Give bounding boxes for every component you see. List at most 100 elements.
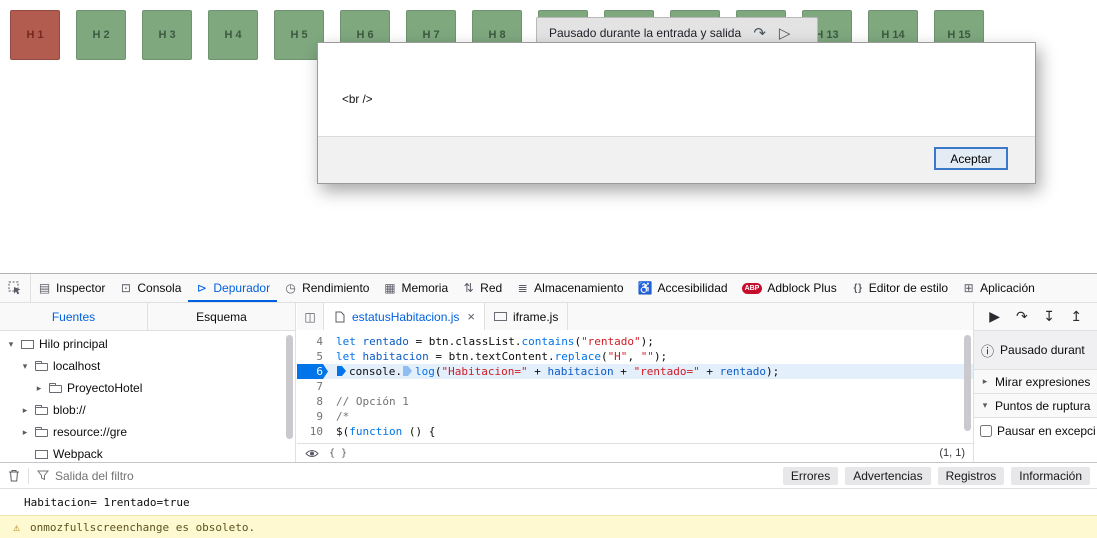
line-number[interactable]: 5 xyxy=(297,349,328,364)
code-token: let xyxy=(336,335,356,348)
resume-icon[interactable]: ▶ xyxy=(988,308,1001,325)
code-text: console. log("Habitacion=" + habitacion +… xyxy=(336,364,779,379)
code-token: "" xyxy=(640,350,654,363)
code-line[interactable]: 9 /* xyxy=(297,409,973,424)
paused-notice: ⓘ Pausado durant xyxy=(974,331,1097,370)
code-token: habitacion xyxy=(547,365,614,378)
room-button[interactable]: H 4 xyxy=(208,10,258,60)
line-number[interactable]: 9 xyxy=(297,409,328,424)
code-token: , xyxy=(627,350,641,363)
code-editor[interactable]: 4 let rentado = btn.classList.contains("r… xyxy=(297,330,973,443)
folder-icon xyxy=(49,383,62,393)
tree-item-label: Hilo principal xyxy=(39,337,108,351)
sources-scrollbar[interactable] xyxy=(286,335,293,439)
code-line[interactable]: 4 let rentado = btn.classList.contains("r… xyxy=(297,334,973,349)
room-button[interactable]: H 2 xyxy=(76,10,126,60)
devtools-tab-inspector[interactable]: ▤ Inspector xyxy=(31,274,112,302)
filter-button-advertencias[interactable]: Advertencias xyxy=(845,466,931,485)
code-line[interactable]: 8 // Opción 1 xyxy=(297,394,973,409)
devtools-tab-rendimiento[interactable]: ◷ Rendimiento xyxy=(277,274,376,302)
code-token: $( xyxy=(336,425,350,438)
breakpoints-section[interactable]: ▾ Puntos de ruptura xyxy=(974,394,1097,418)
debugger-panel: ▶ ↷ ↧ ↥ ⓘ Pausado durant ▸ Mirar expresione… xyxy=(973,303,1097,462)
devtools-tab-almacenamiento[interactable]: ≣ Almacenamiento xyxy=(509,274,630,302)
console-filter-buttons: Errores Advertencias Registros Información xyxy=(782,466,1097,485)
code-line[interactable]: 7 xyxy=(297,379,973,394)
pause-on-exceptions-checkbox[interactable] xyxy=(980,425,992,437)
breakpoints-label: Puntos de ruptura xyxy=(995,398,1091,413)
code-token: + xyxy=(699,365,720,378)
window-icon xyxy=(493,312,507,321)
tree-item-resource-gre[interactable]: ▸ resource://gre xyxy=(0,421,285,443)
close-tab-icon[interactable]: × xyxy=(467,309,475,324)
filter-button-registros[interactable]: Registros xyxy=(937,466,1005,485)
resume-icon[interactable]: ▷ xyxy=(778,24,791,42)
room-button[interactable]: H 3 xyxy=(142,10,192,60)
step-in-icon[interactable]: ↧ xyxy=(1043,308,1056,325)
code-line[interactable]: 10 $(function () { xyxy=(297,424,973,439)
toggle-sources-panel-button[interactable]: ◫ xyxy=(297,303,324,330)
console-message-warning: ⚠ onmozfullscreenchange es obsoleto. xyxy=(0,515,1097,538)
code-token: = btn.textContent. xyxy=(428,350,555,363)
devtools-tab-depurador[interactable]: ⊳ Depurador xyxy=(188,274,277,302)
divider xyxy=(28,467,29,484)
tab-label: Adblock Plus xyxy=(767,281,837,295)
line-number[interactable]: 6 xyxy=(297,364,328,379)
tree-item-localhost[interactable]: ▾ localhost xyxy=(0,355,285,377)
line-number[interactable]: 4 xyxy=(297,334,328,349)
step-out-icon[interactable]: ↥ xyxy=(1070,308,1083,325)
watch-expressions-section[interactable]: ▸ Mirar expresiones xyxy=(974,370,1097,394)
tab-label: Inspector xyxy=(56,281,106,295)
tree-item-hilo-principal[interactable]: ▾ Hilo principal xyxy=(0,333,285,355)
filter-button-informacin[interactable]: Información xyxy=(1011,466,1090,485)
tree-item-label: resource://gre xyxy=(53,425,128,439)
sources-tab-esquema[interactable]: Esquema xyxy=(148,303,295,330)
console-message-log: Habitacion= 1rentado=true xyxy=(0,489,1097,515)
devtools-tab-consola[interactable]: ⊡ Consola xyxy=(112,274,188,302)
room-button[interactable]: H 1 xyxy=(10,10,60,60)
column-breakpoint-marker[interactable] xyxy=(402,366,412,376)
watch-source-button[interactable] xyxy=(305,448,319,459)
file-tab-estatusHabitacion-js[interactable]: estatusHabitacion.js × xyxy=(324,303,485,330)
sources-tree: ▾ Hilo principal ▾ localhost ▸ ProyectoHotel ▸… xyxy=(0,331,285,462)
devtools-tab-aplicación[interactable]: ⊞ Aplicación xyxy=(955,274,1042,302)
editor-scrollbar[interactable] xyxy=(964,335,971,431)
step-icon[interactable]: ↷ xyxy=(753,24,766,42)
application-icon: ⊞ xyxy=(963,281,974,295)
tree-item-label: Webpack xyxy=(53,447,103,461)
devtools-tab-red[interactable]: ⇅ Red xyxy=(455,274,509,302)
filter-button-errores[interactable]: Errores xyxy=(782,466,839,485)
pretty-print-button[interactable]: { } xyxy=(329,448,347,459)
line-number[interactable]: 10 xyxy=(297,424,328,439)
paused-location-marker[interactable] xyxy=(337,366,346,376)
code-line[interactable]: 5 let habitacion = btn.textContent.replac… xyxy=(297,349,973,364)
console-message-text: Habitacion= 1rentado=true xyxy=(24,495,190,509)
tree-item-webpack[interactable]: Webpack xyxy=(0,443,285,462)
tree-item-blob-[interactable]: ▸ blob:// xyxy=(0,399,285,421)
line-number[interactable]: 8 xyxy=(297,394,328,409)
line-number[interactable]: 7 xyxy=(297,379,328,394)
filter-icon xyxy=(37,470,49,481)
warning-icon: ⚠ xyxy=(13,521,20,534)
pause-on-exceptions-row: Pausar en excepci xyxy=(974,418,1097,444)
devtools-tab-memoria[interactable]: ▦ Memoria xyxy=(376,274,455,302)
network-icon: ⇅ xyxy=(463,281,474,295)
tab-label: Consola xyxy=(137,281,182,295)
clear-console-button[interactable] xyxy=(0,469,28,482)
devtools-tab-accesibilidad[interactable]: ♿ Accesibilidad xyxy=(631,274,735,302)
pick-element-button[interactable] xyxy=(0,274,31,302)
tree-item-proyectohotel[interactable]: ▸ ProyectoHotel xyxy=(0,377,285,399)
accept-button[interactable]: Aceptar xyxy=(934,147,1008,170)
debugger-controls: ▶ ↷ ↧ ↥ xyxy=(974,303,1097,331)
devtools-tab-editor-de-estilo[interactable]: { } Editor de estilo xyxy=(844,274,955,302)
code-text: $(function () { xyxy=(336,424,435,439)
trash-icon xyxy=(9,470,19,482)
console-filter-input[interactable]: Salida del filtro xyxy=(37,469,783,483)
tree-item-label: ProyectoHotel xyxy=(67,381,143,395)
sources-tab-fuentes[interactable]: Fuentes xyxy=(0,303,148,330)
file-tab-iframe-js[interactable]: iframe.js xyxy=(485,303,569,330)
devtools-tab-adblock-plus[interactable]: ABP Adblock Plus xyxy=(735,274,844,302)
code-line[interactable]: 6 console. log("Habitacion=" + habitacion … xyxy=(297,364,973,379)
step-over-icon[interactable]: ↷ xyxy=(1015,308,1028,325)
